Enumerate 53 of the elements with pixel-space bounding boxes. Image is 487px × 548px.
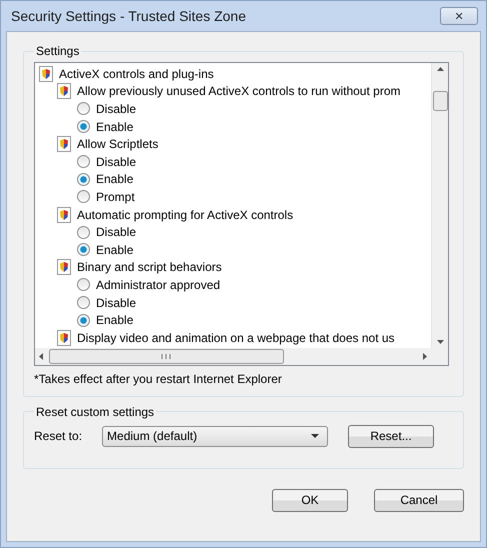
radio-button[interactable] [77, 226, 90, 239]
option-label[interactable]: Disable [96, 225, 136, 240]
shield-icon [57, 136, 71, 152]
shield-icon [57, 83, 71, 100]
option-label[interactable]: Enable [96, 120, 134, 134]
radio-button[interactable] [77, 172, 90, 186]
scroll-left-icon[interactable] [39, 352, 43, 360]
radio-button[interactable] [77, 314, 90, 327]
dialog-button[interactable]: OK [272, 488, 348, 512]
vertical-scrollbar[interactable] [431, 63, 448, 348]
scroll-thumb[interactable] [49, 348, 284, 364]
scroll-down-icon[interactable] [436, 340, 444, 344]
shield-icon [39, 66, 53, 82]
radio-button[interactable] [77, 155, 90, 168]
dropdown-value: Medium (default) [107, 429, 198, 443]
reset-to-label: Reset to: [34, 429, 82, 443]
dropdown-caret-icon [311, 434, 320, 438]
scroll-right-icon[interactable] [423, 352, 427, 360]
scroll-thumb[interactable] [432, 91, 448, 111]
reset-level-dropdown[interactable]: Medium (default) [102, 426, 328, 446]
radio-button[interactable] [77, 102, 90, 116]
window-title: Security Settings - Trusted Sites Zone [11, 8, 246, 24]
setting-label: Allow previously unused ActiveX controls to run without prom [77, 84, 400, 98]
horizontal-scrollbar[interactable] [35, 348, 431, 364]
radio-button[interactable] [77, 296, 90, 310]
radio-button[interactable] [77, 278, 90, 292]
option-label[interactable]: Administrator approved [96, 278, 220, 292]
setting-label: Allow Scriptlets [77, 137, 158, 152]
footnote-text: *Takes effect after you restart Internet Explorer [34, 372, 283, 386]
radio-button[interactable] [77, 120, 90, 134]
shield-icon [57, 330, 71, 346]
option-label[interactable]: Disable [96, 154, 136, 169]
radio-button[interactable] [77, 243, 90, 256]
dialog-button[interactable]: Cancel [374, 488, 464, 512]
option-label[interactable]: Enable [96, 242, 134, 257]
group-title: Settings [35, 44, 80, 58]
setting-label: Automatic prompting for ActiveX controls [77, 208, 294, 222]
option-label[interactable]: Disable [96, 102, 136, 116]
setting-label: Display video and animation on a webpage that does not us [77, 330, 395, 345]
option-label[interactable]: Enable [96, 313, 134, 328]
scroll-up-icon[interactable] [436, 67, 444, 71]
close-button[interactable]: ✕ [440, 7, 478, 25]
option-label[interactable]: Prompt [96, 190, 135, 204]
shield-icon [57, 206, 71, 223]
group-title: Reset custom settings [35, 404, 156, 418]
setting-label: Binary and script behaviors [77, 260, 222, 274]
option-label[interactable]: Enable [96, 172, 134, 186]
option-label[interactable]: Disable [96, 296, 136, 310]
shield-icon [57, 259, 71, 276]
settings-list[interactable] [34, 62, 449, 366]
category-label: ActiveX controls and plug-ins [59, 66, 214, 81]
reset-button[interactable]: Reset... [348, 424, 434, 448]
radio-button[interactable] [77, 190, 90, 204]
